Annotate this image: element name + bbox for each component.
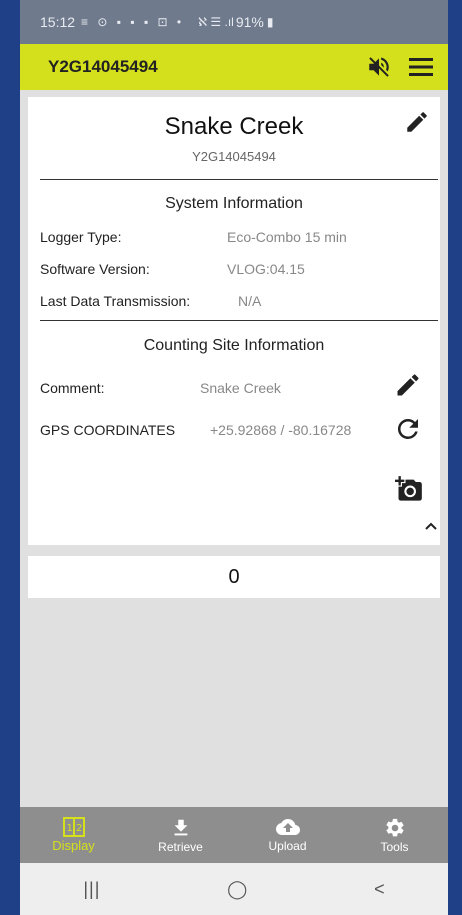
divider — [40, 320, 438, 321]
cloud-upload-icon — [275, 818, 300, 835]
comment-label: Comment: — [40, 380, 105, 396]
back-button[interactable]: < — [374, 879, 385, 900]
status-bar: 15:12 ≡ ⊙ ▪ ▪ ▪ ⊡ • ℵ ☰ .ıl 91% ▮ — [20, 0, 448, 44]
nav-upload[interactable]: Upload — [234, 807, 341, 863]
gps-value: +25.92868 / -80.16728 — [210, 422, 352, 438]
nav-retrieve[interactable]: Retrieve — [127, 807, 234, 863]
svg-text:2: 2 — [76, 823, 82, 834]
gear-icon — [385, 818, 404, 836]
nav-retrieve-label: Retrieve — [158, 839, 203, 854]
edit-comment-pencil-icon[interactable] — [394, 371, 422, 399]
collapse-chevron-up-icon[interactable] — [424, 521, 438, 531]
nav-display-label: Display — [52, 838, 95, 853]
menu-icon[interactable] — [406, 52, 436, 82]
comment-value: Snake Creek — [200, 380, 281, 396]
software-version-value: VLOG:04.15 — [227, 261, 305, 277]
battery-level: 91% — [235, 14, 264, 30]
app-bar-device-id: Y2G14045494 — [48, 57, 158, 76]
counting-site-title: Counting Site Information — [143, 337, 325, 354]
app-bar: Y2G14045494 — [20, 44, 448, 90]
counter-display: 0 — [28, 556, 440, 598]
system-info-title: System Information — [165, 195, 303, 212]
last-transmission-label: Last Data Transmission: — [40, 293, 191, 309]
battery-icon: ▮ — [266, 15, 274, 29]
nav-upload-label: Upload — [268, 838, 307, 853]
bottom-nav: 12 Display Retrieve Upload Tools — [20, 807, 448, 863]
volume-off-icon[interactable] — [364, 52, 394, 82]
software-version-label: Software Version: — [40, 261, 150, 277]
logger-type-value: Eco-Combo 15 min — [227, 229, 347, 245]
phone-screen: 15:12 ≡ ⊙ ▪ ▪ ▪ ⊡ • ℵ ☰ .ıl 91% ▮ Y2G140… — [20, 0, 448, 915]
nav-tools[interactable]: Tools — [341, 807, 448, 863]
download-icon — [174, 819, 187, 835]
nav-display[interactable]: 12 Display — [20, 807, 127, 863]
last-transmission-value: N/A — [238, 293, 262, 309]
gps-label: GPS COORDINATES — [40, 422, 176, 438]
display-icon: 12 — [62, 817, 85, 837]
refresh-gps-icon[interactable] — [393, 414, 423, 444]
nav-tools-label: Tools — [380, 839, 409, 854]
add-photo-icon[interactable] — [395, 475, 423, 503]
divider — [40, 179, 438, 180]
site-device-id: Y2G14045494 — [192, 149, 276, 164]
status-time: 15:12 — [40, 14, 76, 30]
logger-type-label: Logger Type: — [40, 229, 122, 245]
site-name: Snake Creek — [164, 113, 304, 140]
counter-value: 0 — [228, 565, 240, 588]
signal-icons: ℵ ☰ .ıl — [198, 15, 234, 29]
system-nav-bar: ||| ◯ < — [20, 863, 448, 915]
site-info-card: Snake Creek Y2G14045494 System Informati… — [28, 97, 440, 545]
edit-site-pencil-icon[interactable] — [404, 109, 430, 135]
svg-text:1: 1 — [66, 823, 72, 834]
recents-button[interactable]: ||| — [83, 879, 100, 900]
home-button[interactable]: ◯ — [227, 879, 247, 900]
notification-icons: ≡ ⊙ ▪ ▪ ▪ ⊡ • — [81, 15, 185, 29]
